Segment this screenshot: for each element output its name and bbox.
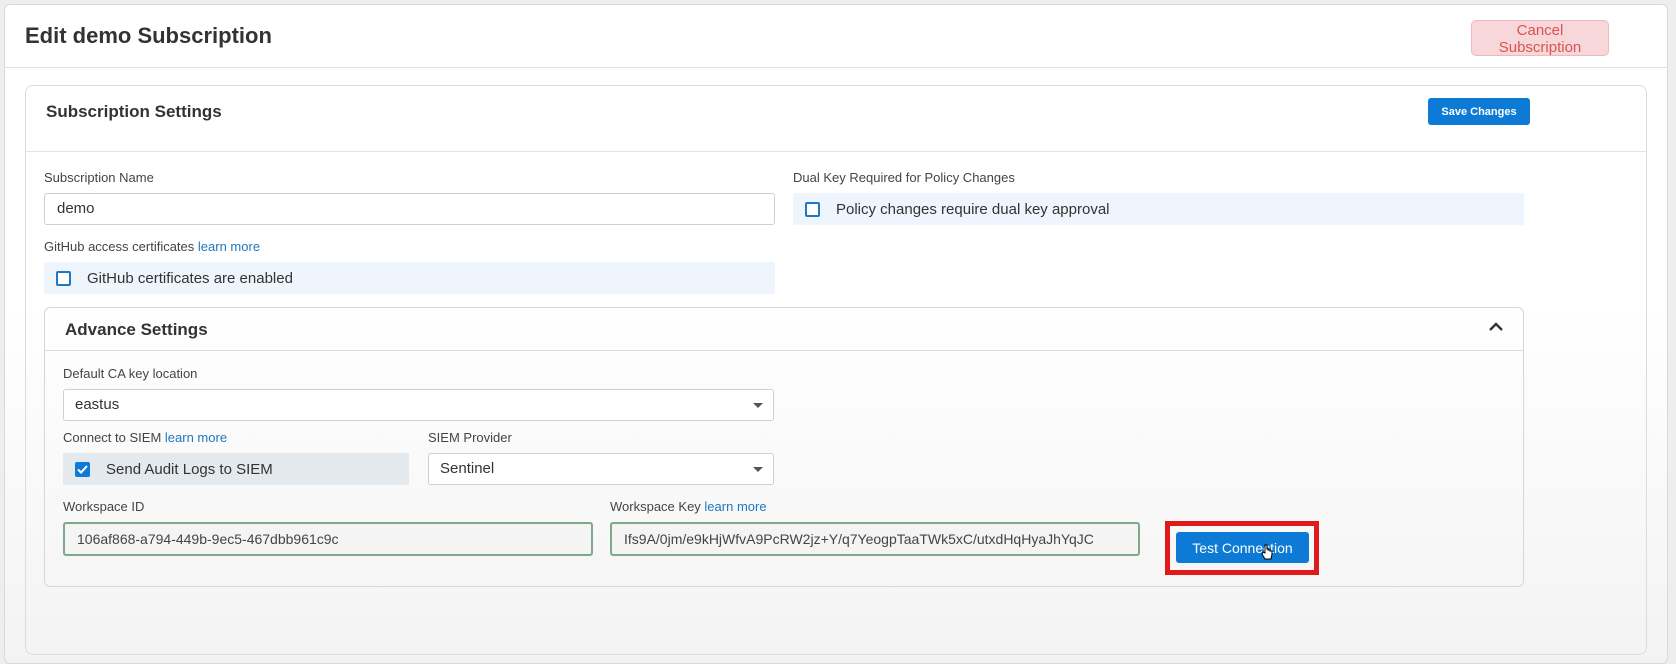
advanced-settings-title: Advance Settings bbox=[65, 320, 208, 339]
dropdown-caret-icon bbox=[753, 467, 763, 472]
dual-key-label: Dual Key Required for Policy Changes bbox=[793, 170, 1015, 185]
siem-label: Connect to SIEM learn more bbox=[63, 430, 227, 445]
workspace-id-label: Workspace ID bbox=[63, 499, 145, 514]
subscription-name-label: Subscription Name bbox=[44, 170, 154, 185]
workspace-key-learn-more-link[interactable]: learn more bbox=[704, 499, 766, 514]
card-divider bbox=[26, 151, 1646, 152]
dual-key-toggle[interactable]: Policy changes require dual key approval bbox=[793, 193, 1524, 225]
siem-toggle[interactable]: Send Audit Logs to SIEM bbox=[63, 453, 409, 485]
github-label-text: GitHub access certificates bbox=[44, 239, 195, 254]
page-title: Edit demo Subscription bbox=[25, 23, 272, 48]
github-learn-more-link[interactable]: learn more bbox=[198, 239, 260, 254]
dual-key-checkbox[interactable] bbox=[805, 201, 820, 217]
ca-location-label: Default CA key location bbox=[63, 366, 198, 381]
subscription-settings-card: Subscription Settings Save Changes Subsc… bbox=[25, 85, 1647, 655]
advanced-settings-panel: Advance Settings Default CA key location… bbox=[44, 307, 1524, 587]
github-checkbox-label: GitHub certificates are enabled bbox=[87, 269, 293, 287]
siem-provider-value: Sentinel bbox=[440, 460, 495, 477]
github-certificates-label: GitHub access certificates learn more bbox=[44, 239, 260, 254]
dual-key-checkbox-label: Policy changes require dual key approval bbox=[836, 200, 1110, 218]
card-title: Subscription Settings bbox=[46, 102, 222, 121]
siem-label-text: Connect to SIEM bbox=[63, 430, 162, 445]
edit-subscription-page: Edit demo Subscription Cancel Subscripti… bbox=[4, 4, 1668, 664]
ca-location-select[interactable]: eastus bbox=[63, 389, 774, 421]
advanced-divider bbox=[45, 350, 1523, 351]
siem-checkbox-label: Send Audit Logs to SIEM bbox=[106, 460, 273, 478]
check-icon bbox=[77, 464, 88, 474]
workspace-key-input[interactable]: Ifs9A/0jm/e9kHjWfvA9PcRW2jz+Y/q7YeogpTaa… bbox=[610, 522, 1140, 556]
siem-checkbox[interactable] bbox=[75, 461, 90, 477]
siem-provider-select[interactable]: Sentinel bbox=[428, 453, 774, 485]
workspace-key-label-text: Workspace Key bbox=[610, 499, 701, 514]
github-certificates-toggle[interactable]: GitHub certificates are enabled bbox=[44, 262, 775, 294]
github-checkbox[interactable] bbox=[56, 270, 71, 286]
test-connection-button[interactable]: Test Connection bbox=[1176, 532, 1309, 563]
ca-location-value: eastus bbox=[75, 396, 120, 413]
header-divider bbox=[5, 67, 1667, 68]
workspace-id-input[interactable]: 106af868-a794-449b-9ec5-467dbb961c9c bbox=[63, 522, 593, 556]
hand-cursor-icon bbox=[1261, 544, 1273, 560]
siem-learn-more-link[interactable]: learn more bbox=[165, 430, 227, 445]
save-changes-button[interactable]: Save Changes bbox=[1428, 98, 1530, 125]
workspace-key-label: Workspace Key learn more bbox=[610, 499, 767, 514]
siem-provider-label: SIEM Provider bbox=[428, 430, 512, 445]
dropdown-caret-icon bbox=[753, 403, 763, 408]
cancel-subscription-button[interactable]: Cancel Subscription bbox=[1471, 20, 1609, 56]
chevron-up-icon[interactable] bbox=[1487, 320, 1505, 334]
subscription-name-input[interactable]: demo bbox=[44, 193, 775, 225]
